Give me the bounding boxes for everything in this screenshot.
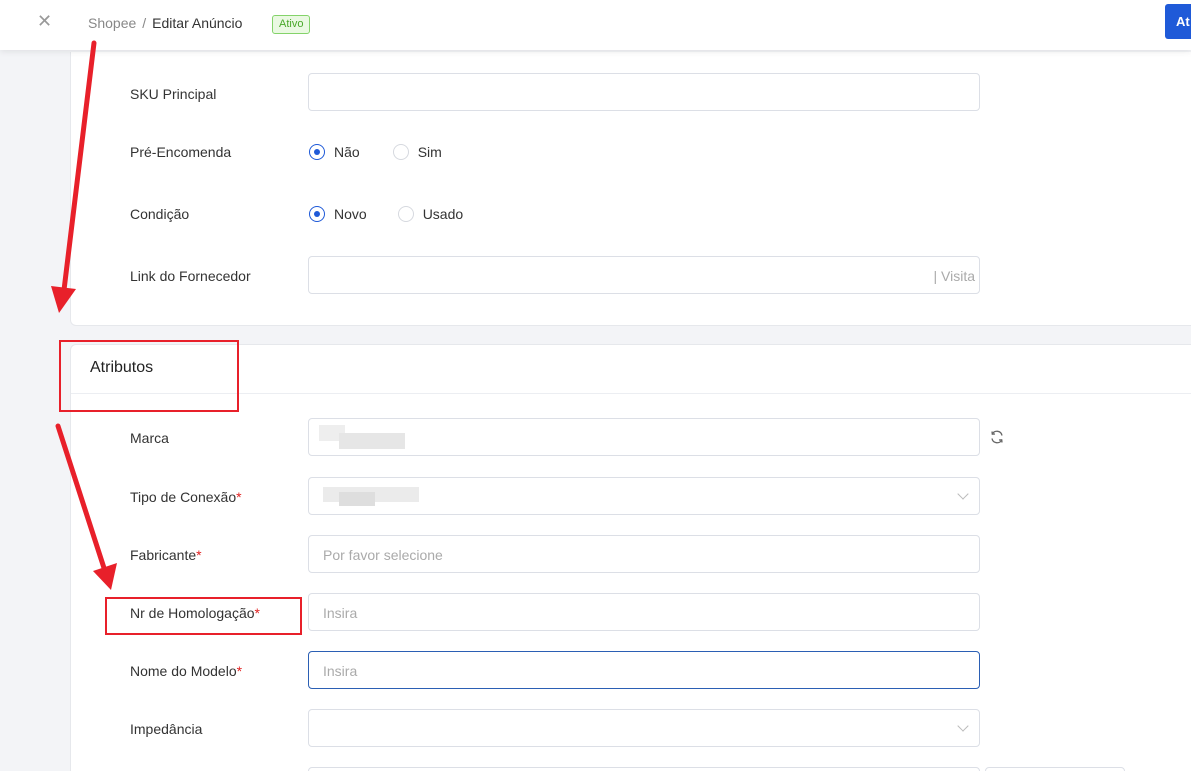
condition-used-label[interactable]: Usado bbox=[423, 205, 463, 223]
annotation-box-homologation bbox=[105, 597, 302, 635]
brand-label: Marca bbox=[130, 430, 169, 446]
required-mark: * bbox=[236, 489, 242, 505]
close-icon[interactable]: ✕ bbox=[37, 12, 52, 30]
preorder-yes-radio[interactable] bbox=[392, 144, 409, 160]
chevron-down-icon bbox=[957, 488, 969, 500]
preorder-radio-group: Não Sim bbox=[309, 143, 442, 161]
preorder-label: Pré-Encomenda bbox=[130, 144, 232, 160]
sku-input[interactable] bbox=[308, 73, 980, 111]
brand-value-redacted-2 bbox=[339, 433, 405, 449]
supplier-link-input[interactable]: | Visita bbox=[308, 256, 980, 294]
connection-type-select[interactable] bbox=[308, 477, 980, 515]
visit-link[interactable]: | Visita bbox=[933, 267, 975, 285]
impedance-label: Impedância bbox=[130, 721, 203, 737]
connection-value-redacted-2 bbox=[339, 492, 375, 506]
condition-new-radio[interactable] bbox=[309, 206, 325, 222]
connection-type-label: Tipo de Conexão* bbox=[130, 489, 242, 505]
condition-new-label[interactable]: Novo bbox=[334, 205, 367, 223]
homologation-input[interactable]: Insira bbox=[308, 593, 980, 631]
condition-radio-group: Novo Usado bbox=[309, 205, 463, 223]
next-field-addon[interactable] bbox=[985, 767, 1125, 771]
breadcrumb: Shopee / Editar Anúncio bbox=[88, 14, 242, 32]
brand-input[interactable] bbox=[308, 418, 980, 456]
attributes-header: Atributos bbox=[71, 345, 1191, 394]
breadcrumb-current: Editar Anúncio bbox=[152, 15, 243, 31]
status-badge: Ativo bbox=[272, 15, 311, 34]
manufacturer-label: Fabricante* bbox=[130, 547, 202, 563]
supplier-link-label: Link do Fornecedor bbox=[130, 268, 251, 284]
required-mark: * bbox=[196, 547, 202, 563]
sku-label: SKU Principal bbox=[130, 86, 217, 102]
model-name-label: Nome do Modelo* bbox=[130, 663, 243, 679]
annotation-box-attributes bbox=[59, 340, 239, 412]
next-field-input[interactable] bbox=[308, 767, 980, 771]
top-bar: ✕ Shopee / Editar Anúncio Ativo At bbox=[0, 0, 1191, 50]
required-mark: * bbox=[236, 663, 243, 679]
preorder-no-radio[interactable] bbox=[309, 144, 325, 160]
homologation-placeholder: Insira bbox=[323, 605, 358, 621]
model-name-placeholder: Insira bbox=[323, 663, 358, 679]
refresh-icon[interactable] bbox=[989, 429, 1005, 445]
manufacturer-select[interactable]: Por favor selecione bbox=[308, 535, 980, 573]
preorder-yes-label[interactable]: Sim bbox=[418, 143, 442, 161]
preorder-no-label[interactable]: Não bbox=[334, 143, 360, 161]
chevron-down-icon bbox=[957, 720, 969, 732]
top-action-button[interactable]: At bbox=[1165, 4, 1191, 39]
model-name-input[interactable]: Insira bbox=[308, 651, 980, 689]
condition-used-radio[interactable] bbox=[397, 206, 414, 222]
breadcrumb-separator: / bbox=[142, 15, 147, 31]
condition-label: Condição bbox=[130, 206, 190, 222]
breadcrumb-root[interactable]: Shopee bbox=[88, 15, 136, 31]
manufacturer-placeholder: Por favor selecione bbox=[323, 547, 443, 563]
impedance-select[interactable] bbox=[308, 709, 980, 747]
